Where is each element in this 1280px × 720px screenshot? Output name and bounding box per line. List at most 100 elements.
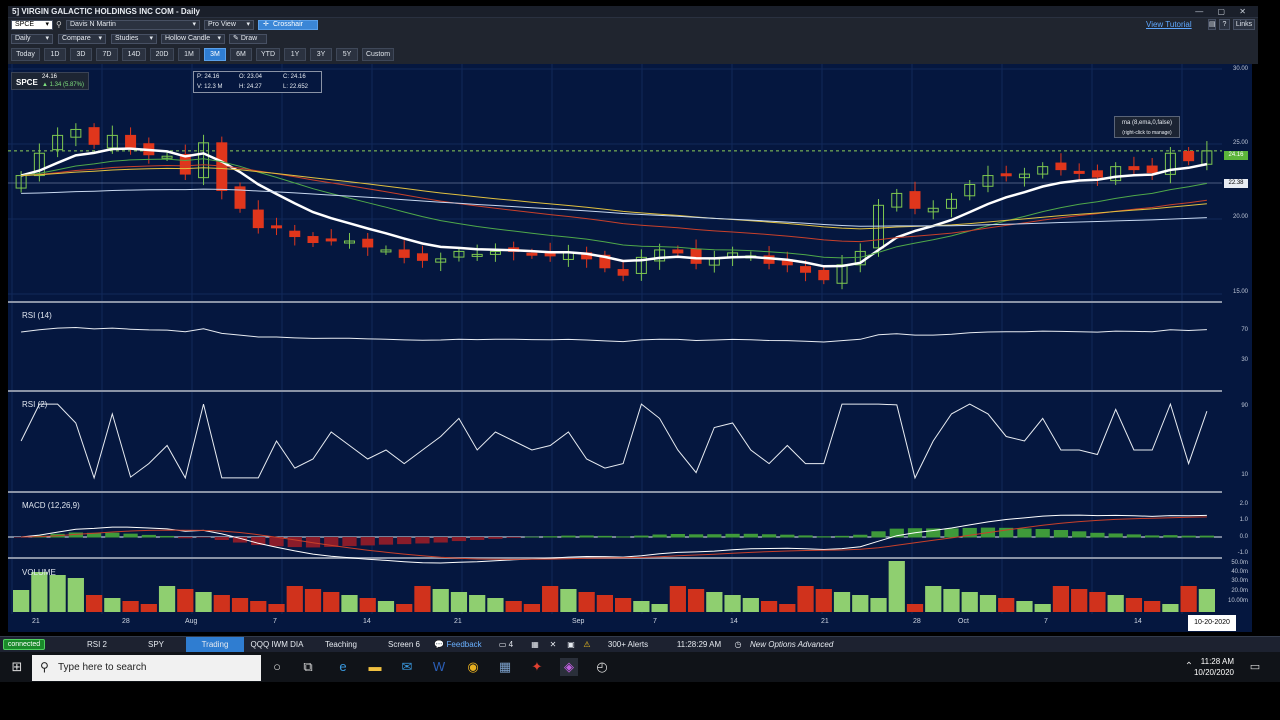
date-tick: 28 [122, 618, 130, 625]
view-select[interactable]: Pro View ▾ [204, 20, 254, 30]
volume-bar [578, 592, 595, 612]
compare-select[interactable]: Compare ▾ [58, 34, 106, 44]
range-1y[interactable]: 1Y [284, 48, 306, 61]
ohlc-p: P: 24.16 [197, 74, 220, 80]
volume-bar [1052, 586, 1070, 612]
system-clock[interactable]: 11:28 AM 10/20/2020 [1194, 656, 1234, 678]
mail-icon[interactable]: ✉ [398, 658, 416, 676]
app-icon-red[interactable]: ✦ [528, 658, 546, 676]
range-bar: Today 1D 3D 7D 14D 20D 1M 3M 6M YTD 1Y 3Y 5Y Custom [8, 46, 1258, 64]
folder-icon[interactable]: ▣ [564, 637, 578, 653]
links-button[interactable]: Links [1233, 19, 1255, 30]
range-5y[interactable]: 5Y [336, 48, 358, 61]
print-icon[interactable]: ▤ [1208, 19, 1216, 30]
screen-tab-spy[interactable]: SPY [130, 637, 182, 653]
range-3y[interactable]: 3Y [310, 48, 332, 61]
macd-histogram-bar [287, 537, 302, 548]
cortana-icon[interactable]: ○ [268, 658, 286, 676]
word-icon[interactable]: W [430, 658, 448, 676]
taskbar-search-placeholder: Type here to search [58, 662, 147, 673]
tools-icon[interactable]: ✕ [546, 637, 560, 653]
window-count[interactable]: ▭ 4 [494, 637, 518, 653]
range-1d[interactable]: 1D [44, 48, 66, 61]
macd-histogram-bar [1090, 532, 1105, 538]
range-1m[interactable]: 1M [178, 48, 200, 61]
range-3d[interactable]: 3D [70, 48, 92, 61]
price-chart[interactable] [8, 64, 1222, 620]
volume-bar [852, 595, 869, 612]
volume-bar [195, 592, 212, 612]
studies-select[interactable]: Studies ▾ [111, 34, 157, 44]
account-select[interactable]: Davis N Martin ▾ [66, 20, 200, 30]
volume-bar [596, 595, 613, 612]
macd-histogram-bar [652, 534, 667, 538]
candle-style-select[interactable]: Hollow Candle ▾ [161, 34, 225, 44]
volume-bar [85, 595, 103, 612]
volume-bar [104, 598, 121, 612]
trading-app-icon[interactable]: ◈ [560, 658, 578, 676]
chrome-icon[interactable]: ◉ [464, 658, 482, 676]
ohlc-box: P: 24.16 O: 23.04 C: 24.16 V: 12.3 M H: … [193, 71, 322, 93]
ma-tooltip-title: ma (8,ema,0,false) [1121, 120, 1173, 126]
volume-tick: 30.0m [1231, 578, 1248, 584]
date-tick: 21 [454, 618, 462, 625]
volume-bar [1034, 604, 1051, 612]
window-controls[interactable]: — ▢ ✕ [1195, 7, 1252, 16]
macd-histogram-bar [798, 535, 813, 538]
volume-bar [523, 604, 541, 612]
range-14d[interactable]: 14D [122, 48, 146, 61]
news-ticker[interactable]: New Options Advanced [750, 637, 870, 653]
candle-body [1128, 166, 1140, 171]
range-6m[interactable]: 6M [230, 48, 252, 61]
macd-histogram-bar [1035, 529, 1050, 538]
alerts-count[interactable]: 300+ Alerts [598, 637, 658, 653]
edge-icon[interactable]: e [334, 658, 352, 676]
file-explorer-icon[interactable]: ▬ [366, 658, 384, 676]
range-3m[interactable]: 3M [204, 48, 226, 61]
feedback-button[interactable]: 💬 Feedback [430, 637, 486, 653]
view-tutorial-link[interactable]: View Tutorial [1146, 20, 1192, 29]
macd-histogram-bar [1126, 534, 1142, 538]
crosshair-button[interactable]: ✛ Crosshair [258, 20, 318, 30]
screen-tab-qqq-iwm-dia[interactable]: QQQ IWM DIA [246, 637, 308, 653]
range-custom[interactable]: Custom [362, 48, 394, 61]
taskbar-search-input[interactable]: ⚲ Type here to search [32, 655, 261, 681]
draw-button[interactable]: ✎ Draw [229, 34, 267, 44]
macd-histogram-bar [1163, 535, 1178, 538]
calculator-app-icon[interactable]: ▦ [496, 658, 514, 676]
range-ytd[interactable]: YTD [256, 48, 280, 61]
range-today[interactable]: Today [11, 48, 40, 61]
volume-bar [414, 586, 431, 612]
volume-bar [998, 598, 1015, 612]
range-20d[interactable]: 20D [150, 48, 174, 61]
clock-app-icon[interactable]: ◴ [593, 658, 611, 676]
date-tick: 14 [363, 618, 371, 625]
range-7d[interactable]: 7D [96, 48, 118, 61]
screen-tab-screen-6[interactable]: Screen 6 [378, 637, 430, 653]
macd-histogram-bar [543, 536, 558, 538]
macd-histogram-bar [1053, 530, 1069, 538]
macd-tick: 1.0 [1239, 517, 1248, 523]
rsi2-label: RSI (2) [22, 400, 48, 409]
interval-select[interactable]: Daily ▾ [11, 34, 53, 44]
date-tick: Sep [572, 618, 585, 625]
macd-histogram-bar [725, 533, 740, 538]
windows-start-icon[interactable]: ⊞ [8, 658, 26, 676]
volume-bar [833, 592, 851, 612]
symbol-input[interactable]: SPCE ▾ [11, 20, 53, 30]
date-axis: 21 28 Aug 7 14 21 Sep 7 14 21 28 Oct 7 14 [8, 616, 1252, 632]
volume-bar [979, 595, 997, 612]
calculator-icon[interactable]: ▦ [528, 637, 542, 653]
crosshair-icon: ✛ [263, 21, 269, 28]
search-icon[interactable]: ⚲ [56, 20, 62, 29]
help-button[interactable]: ? [1219, 19, 1230, 30]
screen-tab-teaching[interactable]: Teaching [312, 637, 370, 653]
candle-body [1073, 170, 1085, 174]
task-view-icon[interactable]: ⧉ [299, 658, 317, 676]
notification-icon[interactable]: ▭ [1246, 658, 1264, 676]
alert-icon[interactable]: ⚠ [580, 637, 594, 653]
screen-tab-rsi-2[interactable]: RSI 2 [72, 637, 122, 653]
screen-tab-trading[interactable]: Trading [186, 637, 244, 653]
macd-histogram-bar [688, 534, 704, 538]
date-tick: 14 [1134, 618, 1142, 625]
